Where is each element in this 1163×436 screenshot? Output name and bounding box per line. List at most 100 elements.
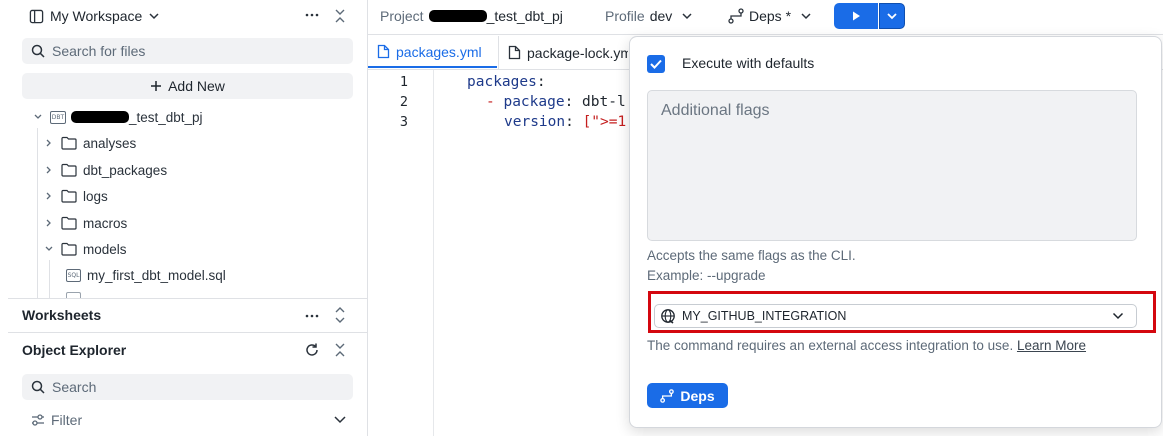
profile-selector[interactable]: Profile dev — [605, 8, 693, 24]
project-selector[interactable]: Project _test_dbt_pj — [380, 8, 563, 24]
file-search-input[interactable]: Search for files — [22, 38, 353, 64]
tree-item-model-file[interactable]: SQL my_first_dbt_model.sql — [66, 264, 226, 286]
play-icon — [850, 10, 862, 22]
file-icon — [377, 44, 390, 59]
integration-note: The command requires an external access … — [647, 338, 1086, 353]
yaml-dash: - — [486, 94, 504, 110]
redacted-project-name — [428, 10, 487, 22]
filter-label: Filter — [51, 412, 83, 428]
chevron-right-icon — [44, 218, 56, 228]
chevron-down-icon — [33, 112, 45, 122]
tree-item-models[interactable]: models — [44, 238, 127, 260]
chevron-down-icon[interactable] — [333, 414, 347, 426]
profile-value: dev — [649, 8, 673, 24]
add-new-label: Add New — [168, 78, 225, 94]
deps-icon — [728, 8, 744, 24]
command-selector[interactable]: Deps * — [728, 8, 812, 24]
yaml-colon: : — [565, 114, 583, 130]
globe-icon — [660, 308, 676, 324]
chevron-down-icon — [44, 244, 56, 254]
filter-control[interactable]: Filter — [31, 412, 82, 428]
dbt-project-icon: DBT — [50, 110, 66, 124]
object-search-input[interactable]: Search — [22, 374, 353, 400]
yaml-key: version — [504, 114, 566, 130]
add-new-button[interactable]: Add New — [22, 73, 353, 99]
integration-select[interactable]: MY_GITHUB_INTEGRATION — [654, 304, 1137, 328]
additional-flags-input[interactable]: Additional flags — [647, 90, 1137, 241]
flags-example: Example: --upgrade — [647, 268, 766, 283]
object-explorer-header[interactable]: Object Explorer — [22, 342, 126, 358]
collapse-icon[interactable] — [333, 341, 347, 359]
learn-more-link[interactable]: Learn More — [1017, 338, 1086, 353]
tree-item-label: dbt_packages — [83, 162, 168, 178]
expand-icon[interactable] — [333, 306, 347, 324]
tree-item-label: models — [83, 241, 127, 257]
additional-flags-placeholder: Additional flags — [661, 102, 770, 119]
deps-submit-button[interactable]: Deps — [647, 383, 728, 408]
yaml-string: [">=1 — [582, 114, 627, 130]
line-number: 1 — [399, 74, 408, 90]
gutter-divider — [433, 70, 434, 436]
more-options-icon[interactable] — [305, 8, 319, 22]
folder-icon — [61, 163, 77, 177]
tree-item-logs[interactable]: logs — [44, 185, 108, 207]
folder-icon — [61, 242, 77, 256]
command-label: Deps * — [749, 8, 792, 24]
profile-label: Profile — [605, 8, 645, 24]
line-number: 2 — [399, 94, 408, 110]
tree-item-project[interactable]: DBT _test_dbt_pj — [33, 106, 203, 128]
worksheets-header[interactable]: Worksheets — [22, 307, 101, 323]
chevron-down-icon — [148, 10, 160, 22]
tab-label: package-lock.yml — [527, 44, 628, 61]
tab-packages-yml[interactable]: packages.yml — [368, 37, 497, 68]
tree-item-analyses[interactable]: analyses — [44, 132, 136, 154]
tree-item-dbt-packages[interactable]: dbt_packages — [44, 159, 167, 181]
chevron-right-icon — [44, 165, 56, 175]
tree-guide — [49, 260, 50, 298]
yaml-key: packages — [467, 74, 537, 90]
yaml-value: : dbt-l — [564, 94, 626, 110]
tree-item-macros[interactable]: macros — [44, 212, 127, 234]
run-options-button[interactable] — [879, 3, 905, 29]
search-icon — [31, 380, 45, 394]
tree-item-label: logs — [83, 188, 108, 204]
refresh-icon[interactable] — [304, 342, 320, 358]
execute-defaults-checkbox[interactable] — [647, 55, 665, 73]
code-line-1[interactable]: packages: — [467, 74, 546, 90]
search-icon — [31, 44, 45, 58]
deps-icon — [660, 388, 675, 403]
workspace-label: My Workspace — [50, 8, 143, 24]
project-label: Project — [380, 8, 424, 24]
file-search-placeholder: Search for files — [52, 43, 146, 59]
object-search-placeholder: Search — [52, 379, 97, 395]
integration-value: MY_GITHUB_INTEGRATION — [682, 309, 847, 323]
workspace-icon — [29, 9, 44, 24]
chevron-down-icon — [800, 10, 812, 22]
yaml-key: package — [503, 94, 565, 110]
flags-hint: Accepts the same flags as the CLI. — [647, 248, 856, 263]
tab-package-lock-yml[interactable]: package-lock.yml — [499, 37, 628, 68]
tree-item-label: my_first_dbt_model.sql — [87, 267, 226, 283]
folder-icon — [61, 216, 77, 230]
divider — [8, 332, 368, 333]
project-name-suffix: _test_dbt_pj — [486, 8, 563, 24]
file-icon — [508, 45, 521, 60]
plus-icon — [150, 80, 162, 92]
code-line-3[interactable]: version: [">=1 — [504, 114, 626, 130]
project-name-suffix: _test_dbt_pj — [129, 109, 203, 125]
folder-icon — [61, 136, 77, 150]
collapse-icon[interactable] — [333, 7, 347, 25]
sidebar: My Workspace Search for files Add New DB… — [0, 0, 368, 436]
line-number: 3 — [399, 114, 408, 130]
workspace-selector[interactable]: My Workspace — [29, 6, 160, 26]
code-line-2[interactable]: - package: dbt-l — [486, 94, 626, 110]
tree-guide — [37, 128, 38, 298]
folder-icon — [61, 189, 77, 203]
sql-file-icon: SQL — [66, 268, 81, 282]
chevron-down-icon — [1112, 310, 1124, 322]
run-button[interactable] — [834, 3, 878, 29]
chevron-down-icon — [681, 10, 693, 22]
more-options-icon[interactable] — [305, 309, 319, 323]
integration-note-text: The command requires an external access … — [647, 338, 1014, 353]
chevron-right-icon — [44, 191, 56, 201]
